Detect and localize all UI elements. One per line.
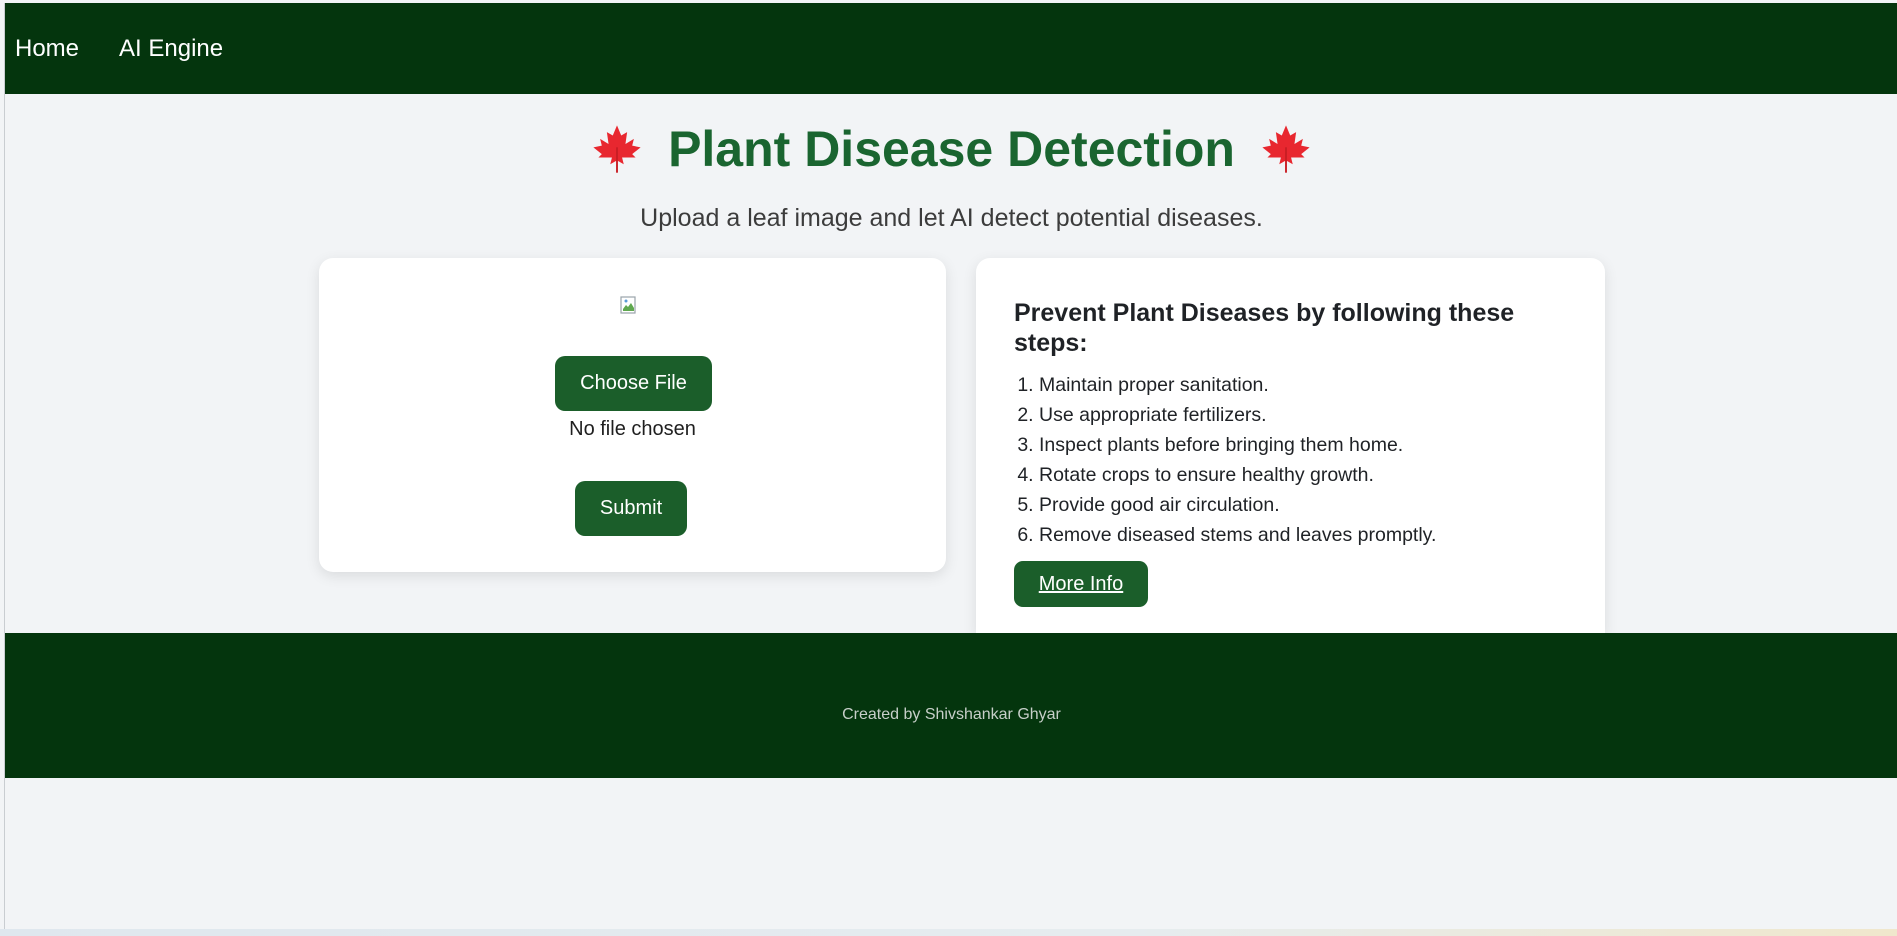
- choose-file-button[interactable]: Choose File: [555, 356, 712, 411]
- maple-leaf-icon: [1262, 125, 1310, 173]
- nav-ai-engine-link[interactable]: AI Engine: [119, 35, 223, 63]
- list-item: Maintain proper sanitation.: [1039, 370, 1436, 400]
- list-item: Use appropriate fertilizers.: [1039, 400, 1436, 430]
- more-info-button[interactable]: More Info: [1014, 561, 1148, 607]
- maple-leaf-icon: [593, 125, 641, 173]
- tips-list: Maintain proper sanitation. Use appropri…: [1014, 370, 1436, 550]
- broken-image-icon: [620, 296, 636, 314]
- hero-section: Plant Disease Detection Upload a leaf im…: [5, 94, 1897, 233]
- prevention-tips-card: Prevent Plant Diseases by following thes…: [976, 258, 1605, 634]
- footer: Created by Shivshankar Ghyar: [5, 633, 1897, 778]
- list-item: Provide good air circulation.: [1039, 490, 1436, 520]
- tips-title: Prevent Plant Diseases by following thes…: [1014, 299, 1515, 357]
- footer-credit: Created by Shivshankar Ghyar: [842, 705, 1061, 723]
- top-navbar: Home AI Engine: [5, 3, 1897, 94]
- nav-home-link[interactable]: Home: [15, 35, 79, 63]
- file-status-text: No file chosen: [569, 418, 696, 440]
- browser-viewport: Home AI Engine Plant Disease Detection U…: [4, 3, 1897, 929]
- list-item: Remove diseased stems and leaves promptl…: [1039, 520, 1436, 550]
- submit-button[interactable]: Submit: [575, 481, 687, 536]
- list-item: Rotate crops to ensure healthy growth.: [1039, 460, 1436, 490]
- list-item: Inspect plants before bringing them home…: [1039, 430, 1436, 460]
- page-title: Plant Disease Detection: [668, 121, 1235, 177]
- upload-card: Choose File No file chosen Submit: [319, 258, 946, 572]
- taskbar-strip: [0, 929, 1897, 936]
- page-title-row: Plant Disease Detection: [5, 94, 1897, 178]
- page-subtitle: Upload a leaf image and let AI detect po…: [640, 204, 1263, 232]
